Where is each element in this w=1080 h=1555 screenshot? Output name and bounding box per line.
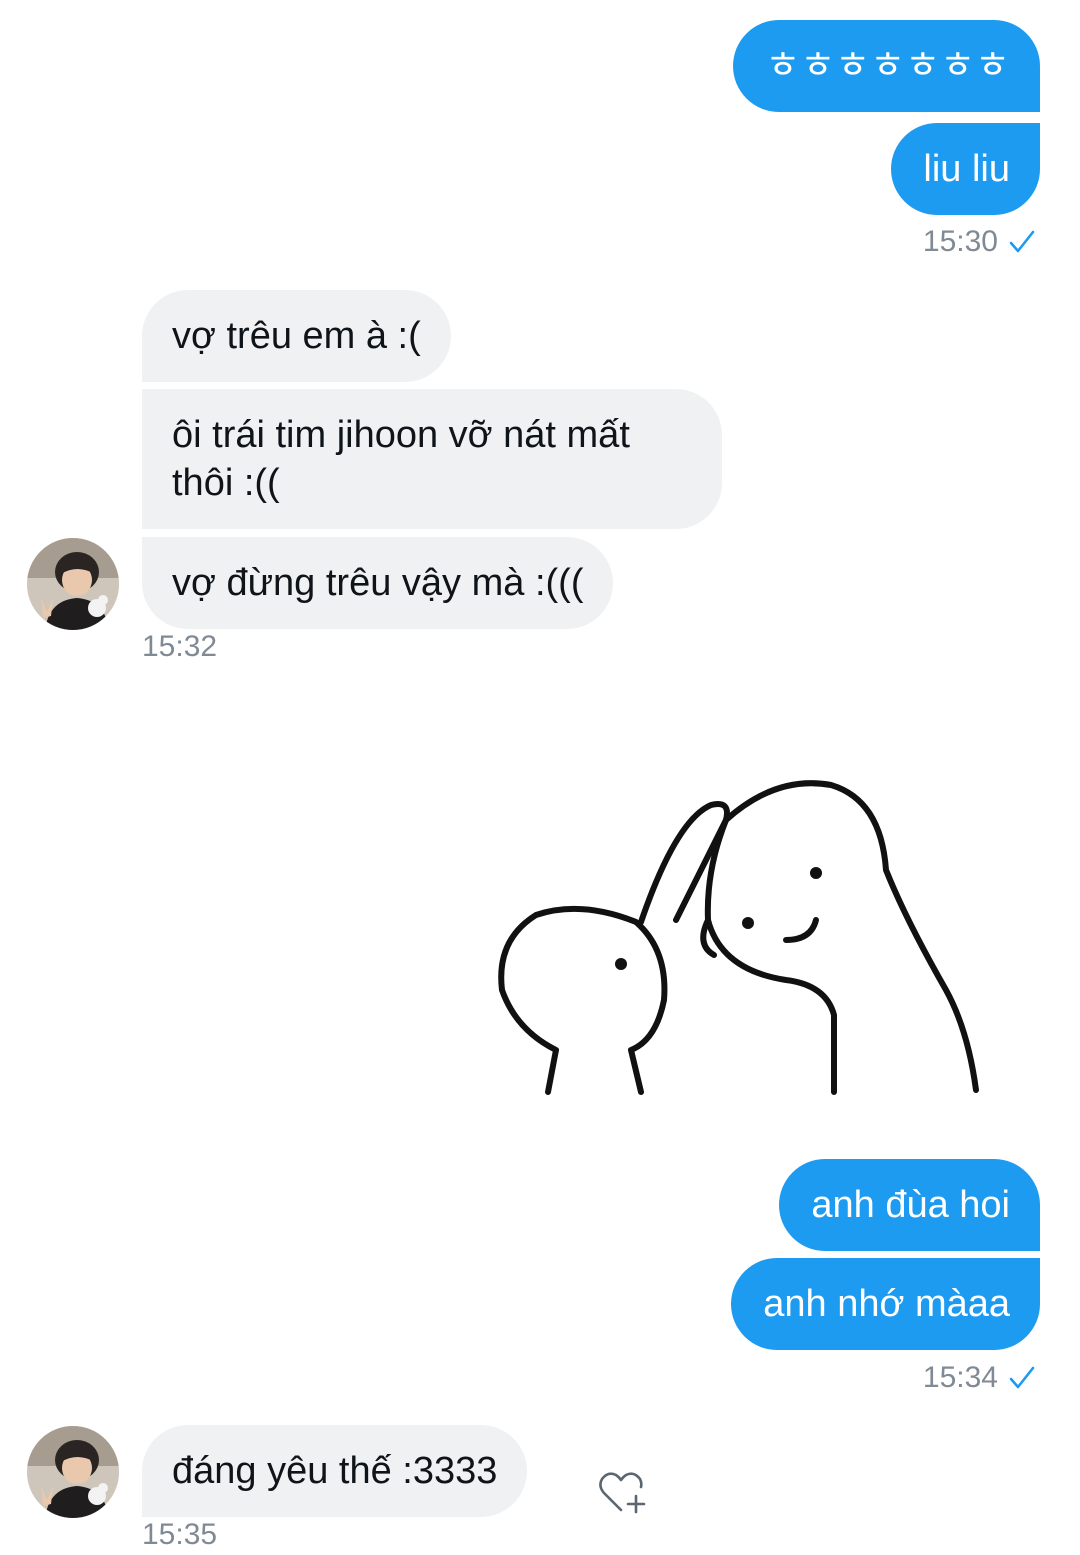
timestamp-text: 15:35 xyxy=(142,1518,218,1551)
timestamp: 15:30 xyxy=(923,225,1036,259)
check-icon xyxy=(1009,230,1035,253)
check-icon xyxy=(1009,1366,1035,1389)
message-text: ㅎㅎㅎㅎㅎㅎㅎ xyxy=(765,45,1010,87)
timestamp-text: 15:30 xyxy=(922,225,998,258)
timestamp: 15:35 xyxy=(142,1518,217,1552)
message-text: ôi trái tim jihoon vỡ nát mất thôi :(( xyxy=(172,414,630,504)
message-text: vợ trêu em à :( xyxy=(172,315,421,357)
timestamp-text: 15:32 xyxy=(142,630,218,663)
message-text: liu liu xyxy=(923,148,1010,190)
received-message-bubble[interactable]: vợ trêu em à :( xyxy=(142,290,451,382)
avatar[interactable] xyxy=(27,1426,119,1518)
sent-message-bubble[interactable]: anh nhớ màaa xyxy=(731,1258,1040,1350)
message-text: vợ đừng trêu vậy mà :((( xyxy=(172,562,584,604)
sent-message-bubble[interactable]: anh đùa hoi xyxy=(779,1159,1040,1251)
heart-plus-icon[interactable] xyxy=(596,1468,650,1516)
message-text: đáng yêu thế :3333 xyxy=(172,1450,498,1492)
received-message-bubble[interactable]: vợ đừng trêu vậy mà :((( xyxy=(142,537,614,629)
received-message-bubble[interactable]: đáng yêu thế :3333 xyxy=(142,1425,528,1517)
message-text: anh nhớ màaa xyxy=(763,1283,1010,1325)
avatar-photo xyxy=(27,1426,119,1518)
timestamp: 15:34 xyxy=(923,1361,1036,1395)
hug-sticker[interactable] xyxy=(486,760,986,1110)
sent-message-bubble[interactable]: liu liu xyxy=(891,123,1040,215)
timestamp-text: 15:34 xyxy=(922,1361,998,1394)
received-message-bubble[interactable]: ôi trái tim jihoon vỡ nát mất thôi :(( xyxy=(142,389,722,529)
sent-message-bubble[interactable]: ㅎㅎㅎㅎㅎㅎㅎ xyxy=(733,20,1040,112)
avatar[interactable] xyxy=(27,538,119,630)
message-text: anh đùa hoi xyxy=(811,1184,1010,1226)
avatar-photo xyxy=(27,538,119,630)
timestamp: 15:32 xyxy=(142,630,217,664)
